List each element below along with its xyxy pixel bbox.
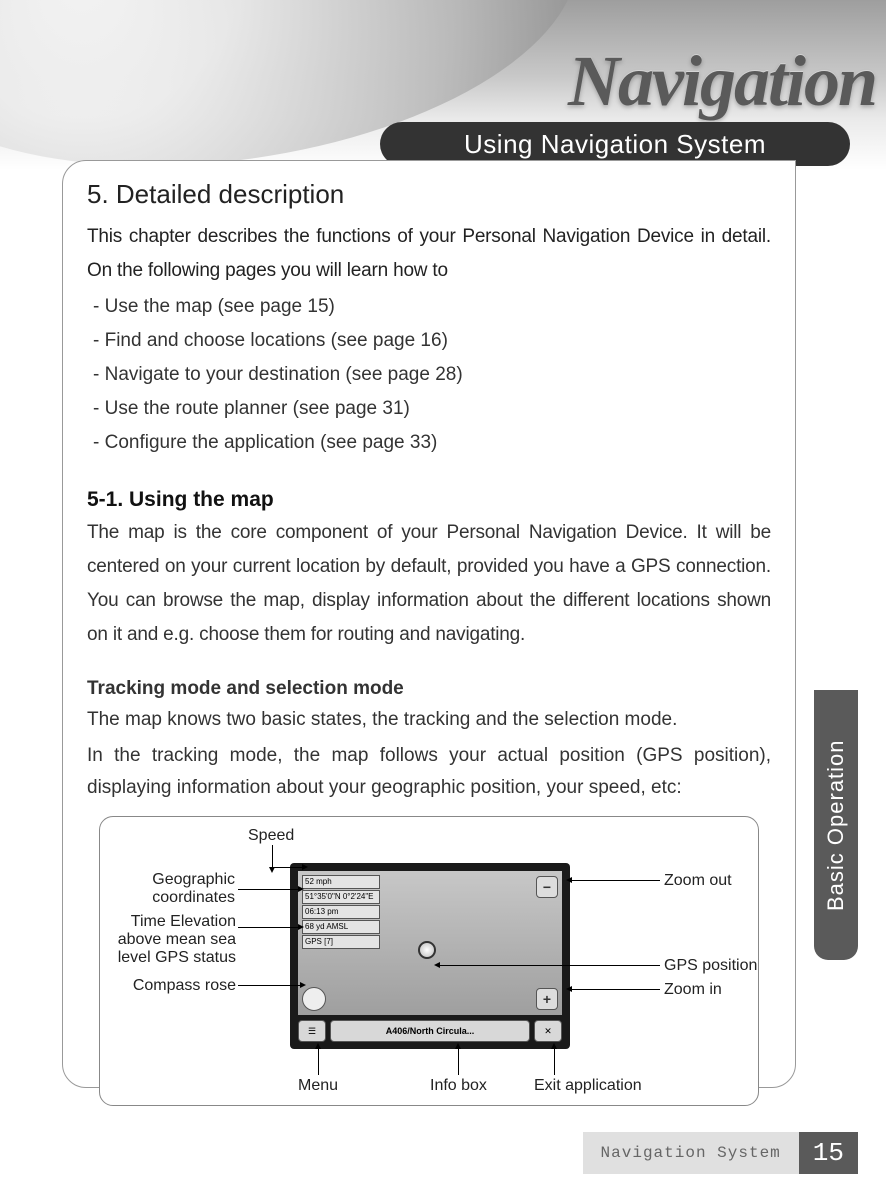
- device-mock: 52 mph 51°35'0"N 0°2'24"E 06:13 pm 68 yd…: [290, 863, 570, 1049]
- device-bottom-bar: ☰ A406/North Circula... ✕: [298, 1019, 562, 1043]
- label-compass: Compass rose: [124, 977, 236, 995]
- list-item: Use the route planner (see page 31): [93, 392, 771, 426]
- label-info: Info box: [430, 1077, 487, 1095]
- label-zoomout: Zoom out: [664, 872, 732, 890]
- list-item: Find and choose locations (see page 16): [93, 324, 771, 358]
- arrow-icon: [238, 889, 298, 890]
- arrow-icon: [238, 927, 298, 928]
- bullet-list: Use the map (see page 15) Find and choos…: [93, 290, 771, 460]
- arrow-icon: [238, 985, 300, 986]
- content-card: 5. Detailed description This chapter des…: [62, 160, 796, 1088]
- arrow-icon: [318, 1049, 319, 1075]
- tracking-heading: Tracking mode and selection mode: [87, 678, 771, 700]
- screen-gps: GPS [7]: [302, 935, 380, 949]
- hero-brand-title: Navigation: [568, 40, 876, 123]
- label-speed: Speed: [248, 827, 294, 845]
- label-exit: Exit application: [534, 1077, 642, 1095]
- label-gpspos: GPS position: [664, 957, 757, 975]
- info-stack: 52 mph 51°35'0"N 0°2'24"E 06:13 pm 68 yd…: [302, 875, 380, 950]
- arrow-icon: [572, 880, 660, 881]
- compass-rose-icon: [302, 987, 326, 1011]
- footer-page-number: 15: [799, 1132, 858, 1174]
- side-tab: Basic Operation: [814, 690, 858, 960]
- page-footer: Navigation System 15: [583, 1132, 858, 1174]
- screen-time: 06:13 pm: [302, 905, 380, 919]
- label-menu: Menu: [298, 1077, 338, 1095]
- label-zoomin: Zoom in: [664, 981, 722, 999]
- arrow-icon: [458, 1049, 459, 1075]
- subsection-title: 5-1. Using the map: [87, 488, 771, 512]
- arrow-icon: [272, 845, 273, 867]
- screen-speed: 52 mph: [302, 875, 380, 889]
- arrow-icon: [440, 965, 660, 966]
- section-title: 5. Detailed description: [87, 179, 771, 210]
- tracking-line2: In the tracking mode, the map follows yo…: [87, 740, 771, 804]
- label-time: Time Elevation above mean sea level GPS …: [114, 913, 236, 967]
- gps-position-marker: [418, 941, 436, 959]
- info-box-bar[interactable]: A406/North Circula...: [330, 1020, 530, 1042]
- screen-elev: 68 yd AMSL: [302, 920, 380, 934]
- label-geo: Geographic coordinates: [140, 871, 235, 907]
- map-diagram: 52 mph 51°35'0"N 0°2'24"E 06:13 pm 68 yd…: [99, 816, 759, 1106]
- zoom-in-button[interactable]: +: [536, 988, 558, 1010]
- subsection-para: The map is the core component of your Pe…: [87, 516, 771, 652]
- section-intro: This chapter describes the functions of …: [87, 220, 771, 288]
- list-item: Use the map (see page 15): [93, 290, 771, 324]
- arrow-icon: [554, 1049, 555, 1075]
- arrow-icon: [272, 867, 302, 868]
- list-item: Navigate to your destination (see page 2…: [93, 358, 771, 392]
- screen-coords: 51°35'0"N 0°2'24"E: [302, 890, 380, 904]
- list-item: Configure the application (see page 33): [93, 426, 771, 460]
- exit-button[interactable]: ✕: [534, 1020, 562, 1042]
- arrow-icon: [572, 989, 660, 990]
- device-screen: 52 mph 51°35'0"N 0°2'24"E 06:13 pm 68 yd…: [298, 871, 562, 1015]
- tracking-line1: The map knows two basic states, the trac…: [87, 704, 771, 736]
- menu-button[interactable]: ☰: [298, 1020, 326, 1042]
- footer-label: Navigation System: [583, 1132, 799, 1174]
- zoom-out-button[interactable]: −: [536, 876, 558, 898]
